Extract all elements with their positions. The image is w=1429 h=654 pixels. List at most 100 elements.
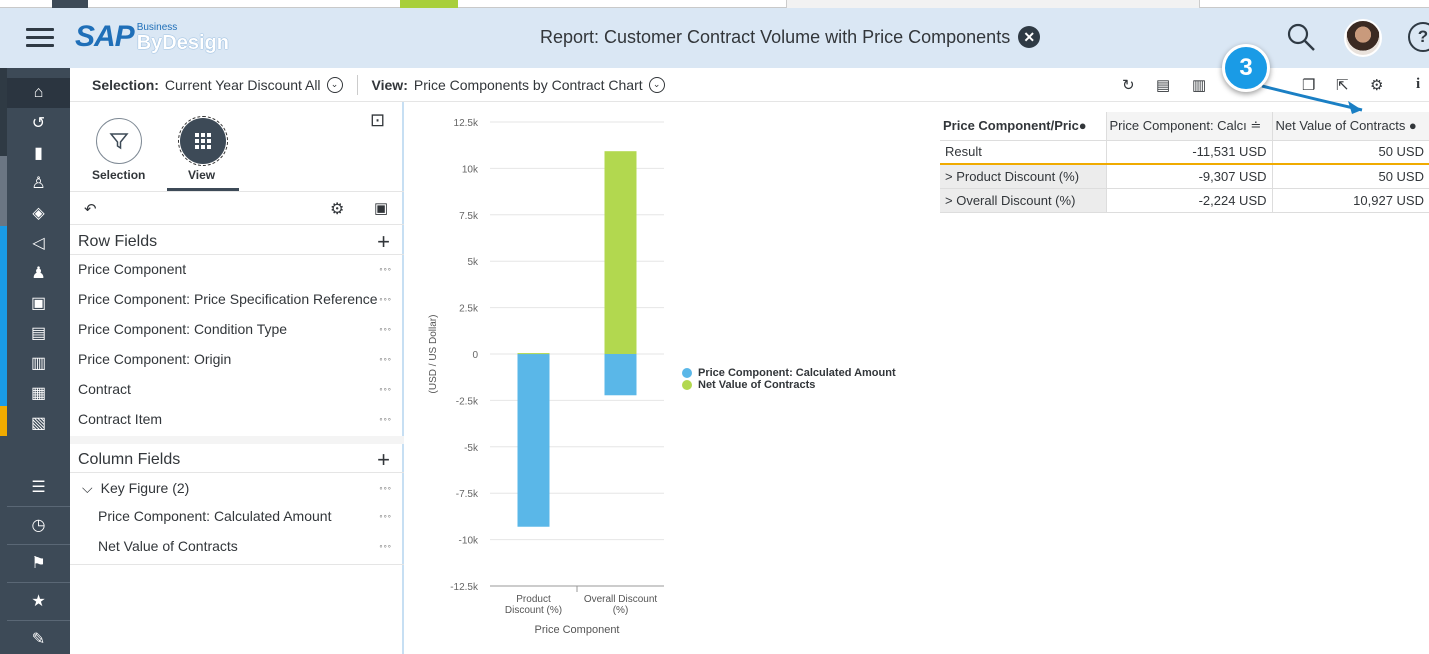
sap-logo[interactable]: SAP Business ByDesign [75, 20, 229, 54]
row-field-item[interactable]: Price Component °°° [78, 254, 396, 284]
column-fields-header: Column Fields + [78, 446, 396, 474]
gear-icon[interactable]: ⚙ [330, 199, 344, 219]
row-field-item[interactable]: Price Component: Origin °°° [78, 344, 396, 374]
document-person-icon[interactable]: ▥ [7, 348, 70, 378]
list-icon[interactable]: ☰ [7, 472, 70, 502]
browser-tab[interactable] [400, 0, 458, 8]
y-tick-label: 10k [462, 164, 479, 175]
table-cell[interactable]: -2,224 USD [1105, 188, 1272, 213]
table-cell[interactable]: 10,927 USD [1271, 188, 1429, 213]
close-icon[interactable]: ✕ [1018, 26, 1041, 48]
copy-icon[interactable]: ❐ [1302, 76, 1315, 94]
legend-label: Price Component: Calculated Amount [698, 367, 896, 379]
more-icon[interactable]: °°° [379, 486, 392, 495]
row-field-item[interactable]: Contract °°° [78, 374, 396, 404]
tag-icon[interactable]: ✎ [7, 624, 70, 654]
view-tab-label[interactable]: View [188, 168, 215, 182]
recent-icon[interactable]: ↺ [7, 108, 70, 138]
avatar[interactable] [1344, 19, 1382, 57]
row-field-item[interactable]: Price Component: Condition Type °°° [78, 314, 396, 344]
refresh-icon[interactable]: ↻ [1122, 76, 1135, 94]
undo-icon[interactable]: ↶ [84, 200, 97, 218]
selection-button[interactable] [96, 118, 142, 164]
filter-icon [109, 133, 129, 150]
x-axis-label: Price Component [535, 624, 620, 636]
chevron-down-icon[interactable]: ⌄ [648, 76, 665, 93]
selection-tab-label[interactable]: Selection [92, 168, 145, 182]
marketing-icon[interactable]: ◁ [7, 228, 70, 258]
product-icon[interactable]: ◈ [7, 198, 70, 228]
more-icon[interactable]: °°° [379, 387, 392, 396]
table-cell[interactable]: 50 USD [1271, 140, 1429, 165]
pivot-table: Price Component/Pric● Price Component: C… [940, 112, 1429, 213]
add-column-field-button[interactable]: + [377, 449, 390, 471]
view-dropdown[interactable]: Price Components by Contract Chart [414, 77, 643, 93]
export-icon[interactable]: ⇱ [1336, 76, 1349, 94]
view-button[interactable] [178, 116, 228, 166]
y-tick-label: 2.5k [459, 304, 479, 315]
org-icon[interactable]: ♙ [7, 168, 70, 198]
row-label-expandable[interactable]: > Product Discount (%) [940, 164, 1106, 189]
more-icon[interactable]: °°° [379, 267, 392, 276]
logo-sap-text: SAP [75, 20, 135, 53]
clipboard-icon[interactable]: ▤ [1156, 76, 1170, 94]
selection-label: Selection: [92, 76, 159, 93]
more-icon[interactable]: °°° [379, 514, 392, 523]
save-icon[interactable]: ▣ [374, 199, 388, 217]
add-row-field-button[interactable]: + [377, 231, 390, 253]
row-field-label: Price Component [78, 261, 187, 277]
more-icon[interactable]: °°° [379, 544, 392, 553]
grid-icon [195, 133, 211, 149]
more-icon[interactable]: °°° [379, 297, 392, 306]
invoice-icon[interactable]: ▧ [7, 408, 70, 438]
row-field-item[interactable]: Price Component: Price Specification Ref… [78, 284, 396, 314]
shell-header: SAP Business ByDesign Report: Customer C… [0, 8, 1429, 68]
page-title-text: Report: Customer Contract Volume with Pr… [540, 26, 1011, 47]
document-icon[interactable]: ▤ [7, 318, 70, 348]
bar-segment [517, 354, 550, 527]
table-cell[interactable]: 50 USD [1271, 164, 1429, 189]
chevron-down-icon[interactable]: ⌄ [326, 76, 343, 93]
legend-label: Net Value of Contracts [698, 379, 816, 391]
home-icon[interactable]: ⌂ [7, 78, 70, 108]
search-icon[interactable] [1286, 22, 1316, 52]
table-cell[interactable]: -9,307 USD [1105, 164, 1272, 189]
legend-item[interactable]: Price Component: Calculated Amount [682, 367, 896, 379]
selection-dropdown[interactable]: Current Year Discount All [165, 77, 321, 93]
row-field-item[interactable]: Contract Item °°° [78, 404, 396, 434]
browser-tab[interactable] [52, 0, 88, 8]
people-icon[interactable]: ♟ [7, 258, 70, 288]
table-cell[interactable]: -11,531 USD [1105, 140, 1272, 165]
column-header[interactable]: Price Component/Pric● [940, 112, 1106, 141]
analytics-icon[interactable]: ▮ [7, 138, 70, 168]
y-tick-label: 12.5k [454, 118, 479, 129]
bar-segment [604, 354, 637, 396]
help-icon[interactable]: ? [1408, 22, 1429, 52]
more-icon[interactable]: °°° [379, 357, 392, 366]
row-label: Result [940, 140, 1106, 165]
contact-card-icon[interactable]: ▣ [7, 288, 70, 318]
more-icon[interactable]: °°° [379, 417, 392, 426]
flag-icon[interactable]: ⚑ [7, 548, 70, 578]
clipboard-icon[interactable]: ▦ [7, 378, 70, 408]
key-figure-item[interactable]: Price Component: Calculated Amount °°° [78, 501, 396, 531]
column-header[interactable]: Net Value of Contracts ● [1271, 112, 1429, 141]
bar-segment [604, 151, 637, 354]
key-figure-item[interactable]: Net Value of Contracts °°° [78, 531, 396, 561]
clock-icon[interactable]: ◷ [7, 510, 70, 540]
x-tick-label: Discount (%) [505, 605, 562, 616]
collapse-pane-icon[interactable]: ⊡ [370, 110, 385, 131]
key-figure-group[interactable]: ⌵ Key Figure (2) °°° [78, 473, 396, 503]
settings-sliders-icon[interactable]: ⚙ [1370, 76, 1383, 94]
favorites-icon[interactable]: ★ [7, 586, 70, 616]
column-header[interactable]: Price Component: Calcı ≐ [1105, 112, 1272, 141]
y-tick-label: -5k [464, 443, 479, 454]
menu-icon[interactable] [26, 28, 54, 48]
row-label-expandable[interactable]: > Overall Discount (%) [940, 188, 1106, 213]
browser-tab[interactable] [786, 0, 1200, 8]
info-icon[interactable]: i [1416, 76, 1420, 93]
more-icon[interactable]: °°° [379, 327, 392, 336]
legend-item[interactable]: Net Value of Contracts [682, 379, 896, 391]
chevron-down-icon[interactable]: ⌵ [82, 480, 93, 497]
toolbar-icon[interactable]: ▥ [1192, 76, 1206, 94]
